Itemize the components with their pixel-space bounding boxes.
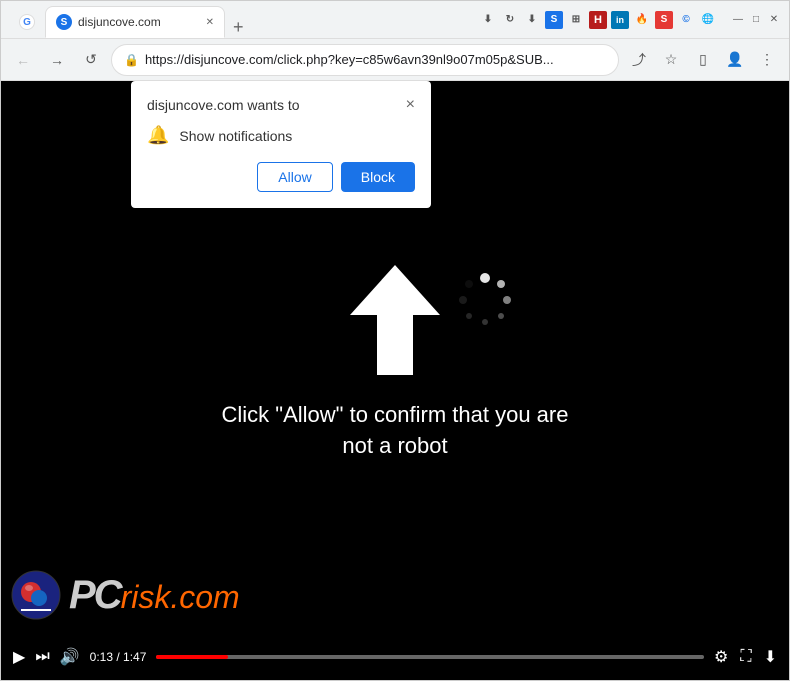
notification-popup: disjuncove.com wants to × 🔔 Show notific…	[131, 81, 431, 208]
ext-s2-icon[interactable]: S	[655, 11, 673, 29]
forward-button[interactable]: →	[43, 46, 71, 74]
loading-spinner	[455, 270, 505, 320]
split-view-icon[interactable]: ▯	[689, 46, 717, 74]
progress-bar[interactable]	[156, 655, 704, 659]
progress-fill	[156, 655, 227, 659]
ext-grid-icon[interactable]: ⊞	[567, 11, 585, 29]
tab-favicon-google: G	[19, 14, 35, 30]
minimize-button[interactable]: —	[731, 13, 745, 27]
close-button[interactable]: ✕	[767, 13, 781, 27]
time-display: 0:13 / 1:47	[90, 650, 147, 664]
tab-bar: G S disjuncove.com ✕ +	[9, 1, 473, 38]
title-bar: G S disjuncove.com ✕ + ⬇ ↻ ⬇ S ⊞ H in 🔥 …	[1, 1, 789, 39]
bell-icon: 🔔	[147, 125, 169, 146]
reload-button[interactable]: ↺	[77, 46, 105, 74]
ext-download-icon[interactable]: ⬇	[479, 11, 497, 29]
play-button[interactable]: ▶	[13, 647, 25, 667]
ext-globe-icon[interactable]: 🌐	[699, 11, 717, 29]
browser-window: G S disjuncove.com ✕ + ⬇ ↻ ⬇ S ⊞ H in 🔥 …	[0, 0, 790, 681]
video-controls: ▶ ⏭ 🔊 0:13 / 1:47 ⚙ ⛶ ⬇	[1, 634, 789, 680]
ext-linkedin-icon[interactable]: in	[611, 11, 629, 29]
page-content: disjuncove.com wants to × 🔔 Show notific…	[1, 81, 789, 680]
ext-download2-icon[interactable]: ⬇	[523, 11, 541, 29]
settings-button[interactable]: ⚙	[714, 647, 728, 667]
captcha-text: Click "Allow" to confirm that you are no…	[205, 400, 585, 462]
ext-fire-icon[interactable]: 🔥	[633, 11, 651, 29]
arrow-container	[345, 260, 445, 380]
brand-text: PC risk.com	[69, 573, 240, 618]
brand-logo-icon	[11, 570, 61, 620]
url-text: https://disjuncove.com/click.php?key=c85…	[145, 52, 606, 67]
ext-h-icon[interactable]: H	[589, 11, 607, 29]
new-tab-button[interactable]: +	[225, 17, 252, 38]
popup-buttons: Allow Block	[147, 162, 415, 192]
popup-header: disjuncove.com wants to ×	[147, 97, 415, 113]
brand-risk-text: risk.com	[121, 579, 240, 616]
toolbar-icons: ⤴ ☆ ▯ 👤 ⋮	[625, 46, 781, 74]
download-button[interactable]: ⬇	[764, 647, 777, 667]
popup-title: disjuncove.com wants to	[147, 97, 300, 113]
bookmark-icon[interactable]: ☆	[657, 46, 685, 74]
tab-title: disjuncove.com	[78, 15, 161, 29]
ext-c-icon[interactable]: ©	[677, 11, 695, 29]
back-button[interactable]: ←	[9, 46, 37, 74]
address-bar[interactable]: 🔒 https://disjuncove.com/click.php?key=c…	[111, 44, 619, 76]
brand-pc-text: PC	[69, 573, 121, 618]
toolbar: ← → ↺ 🔒 https://disjuncove.com/click.php…	[1, 39, 789, 81]
allow-button[interactable]: Allow	[257, 162, 332, 192]
popup-notification-row: 🔔 Show notifications	[147, 125, 415, 146]
up-arrow-icon	[345, 260, 445, 380]
popup-close-button[interactable]: ×	[406, 97, 415, 113]
profile-icon[interactable]: 👤	[721, 46, 749, 74]
fullscreen-button[interactable]: ⛶	[740, 648, 751, 666]
tab-close-button[interactable]: ✕	[206, 17, 214, 28]
window-controls: — □ ✕	[731, 13, 781, 27]
lock-icon: 🔒	[124, 53, 139, 67]
tab-favicon-s: S	[56, 14, 72, 30]
right-controls: ⚙ ⛶ ⬇	[714, 647, 777, 667]
maximize-button[interactable]: □	[749, 13, 763, 27]
volume-button[interactable]: 🔊	[60, 647, 80, 667]
ext-s-icon[interactable]: S	[545, 11, 563, 29]
block-button[interactable]: Block	[341, 162, 415, 192]
popup-notification-text: Show notifications	[179, 128, 292, 144]
menu-icon[interactable]: ⋮	[753, 46, 781, 74]
ext-sync-icon[interactable]: ↻	[501, 11, 519, 29]
skip-button[interactable]: ⏭	[35, 648, 49, 666]
share-icon[interactable]: ⤴	[625, 46, 653, 74]
video-page: disjuncove.com wants to × 🔔 Show notific…	[1, 81, 789, 680]
tab-active[interactable]: S disjuncove.com ✕	[45, 6, 225, 38]
brand-watermark: PC risk.com	[11, 570, 240, 620]
